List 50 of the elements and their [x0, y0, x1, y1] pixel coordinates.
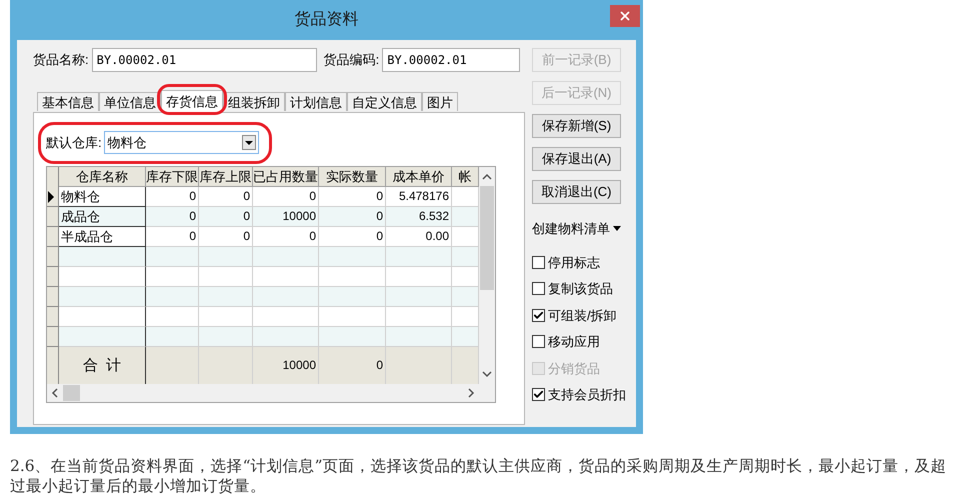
field-label: 货品编码:	[324, 51, 380, 70]
field-label: 默认仓库:	[46, 134, 102, 152]
checkbox-label: 分销货品	[548, 360, 600, 378]
close-button[interactable]	[610, 5, 640, 27]
scroll-thumb[interactable]	[480, 186, 494, 290]
tab[interactable]: 自定义信息	[347, 92, 422, 110]
checkbox-label: 复制该货品	[548, 280, 613, 298]
text-field[interactable]: BY.00002.01	[92, 48, 317, 72]
vertical-scrollbar[interactable]	[479, 167, 495, 384]
check-icon	[533, 310, 544, 321]
row-header-cell[interactable]	[47, 267, 59, 287]
row-header-cell[interactable]	[47, 307, 59, 327]
tab[interactable]: 计划信息	[285, 92, 347, 110]
checkbox-label: 移动应用	[548, 333, 600, 351]
paragraph: 2.6、在当前货品资料界面，选择“计划信息”页面，选择该货品的默认主供应商，货品的采购周期及生产周期时长，最小起订量，及超过最小起订量后的最小增加订货量。	[10, 456, 948, 496]
scroll-thumb[interactable]	[63, 385, 80, 401]
window-title: 货品资料	[294, 10, 358, 30]
scroll-up-icon	[482, 173, 492, 180]
checkbox-label: 可组装/拆卸	[548, 306, 617, 324]
tab[interactable]: 存货信息	[161, 90, 223, 112]
check-icon	[533, 389, 544, 400]
row-header-cell[interactable]	[47, 247, 59, 267]
row-header-cell[interactable]	[47, 327, 59, 347]
dialog-button[interactable]: 取消退出(C)	[532, 180, 621, 204]
scroll-down-icon	[482, 371, 492, 378]
row-header-cell[interactable]	[47, 187, 59, 207]
text-field[interactable]: BY.00002.01	[382, 48, 520, 72]
checkbox[interactable]	[532, 308, 545, 322]
checkbox[interactable]	[532, 256, 545, 269]
checkbox-label: 支持会员折扣	[548, 386, 626, 404]
row-header-cell[interactable]	[47, 207, 59, 227]
create-bom-menu-button[interactable]: 创建物料清单	[532, 219, 626, 238]
caret-icon	[613, 226, 621, 232]
warehouse-dropdown[interactable]: 物料仓	[104, 131, 259, 154]
checkbox[interactable]	[532, 335, 545, 348]
horizontal-scrollbar[interactable]	[47, 384, 495, 402]
close-icon	[618, 9, 632, 23]
dialog-button[interactable]: 保存退出(A)	[532, 147, 621, 171]
row-header-cell[interactable]	[47, 287, 59, 307]
tab[interactable]: 单位信息	[99, 92, 161, 110]
tab[interactable]: 基本信息	[37, 92, 99, 110]
checkbox[interactable]	[532, 388, 545, 402]
tab[interactable]: 图片	[422, 92, 458, 110]
field-label: 货品名称:	[33, 51, 89, 70]
tab[interactable]: 组装拆卸	[223, 92, 285, 110]
row-header-cell[interactable]	[47, 227, 59, 247]
checkbox-label: 停用标志	[548, 254, 600, 272]
dialog-button[interactable]: 保存新增(S)	[532, 114, 621, 138]
checkbox[interactable]	[532, 282, 545, 296]
current-row-icon	[47, 190, 55, 202]
